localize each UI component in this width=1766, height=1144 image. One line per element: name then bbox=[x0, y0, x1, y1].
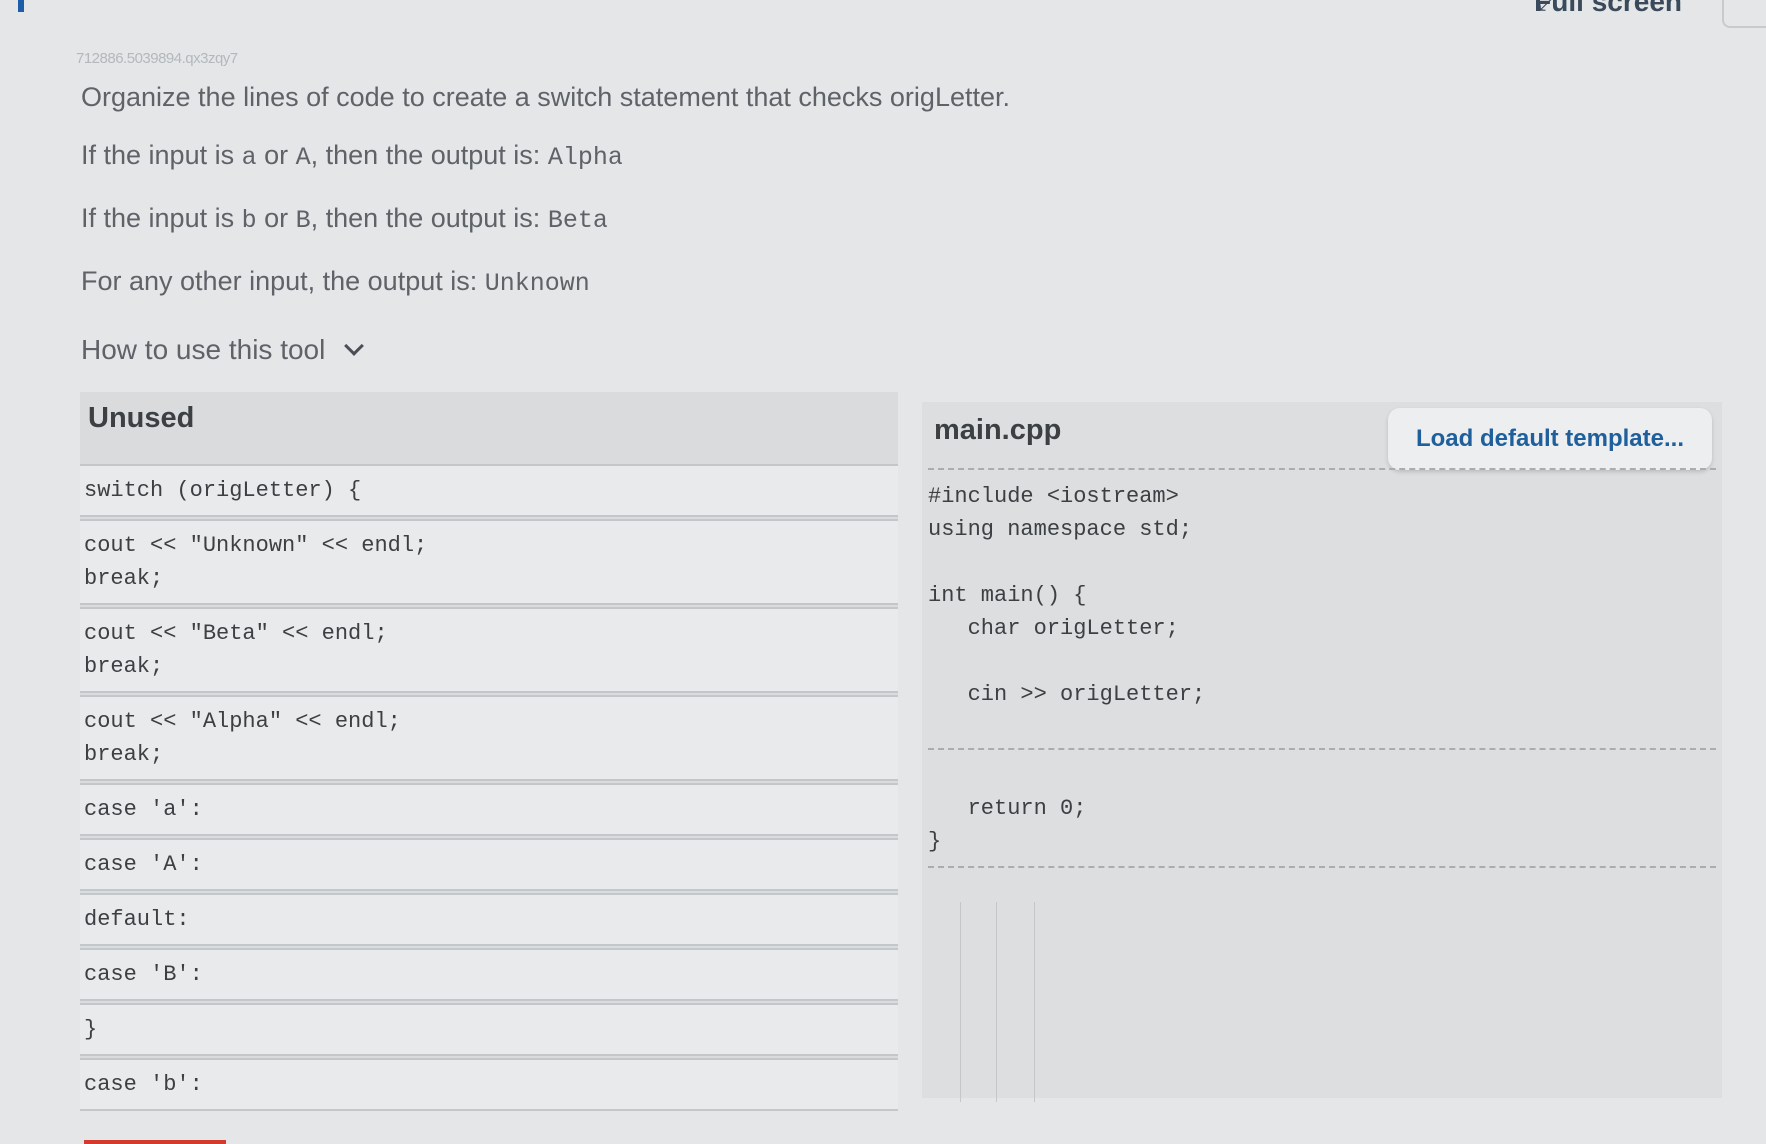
code-line: cout << "Beta" << endl; bbox=[84, 621, 388, 646]
code-line: case 'A': bbox=[84, 852, 203, 877]
code-block[interactable]: } bbox=[80, 1003, 898, 1056]
code-block[interactable]: case 'A': bbox=[80, 838, 898, 891]
code-line: } bbox=[84, 1017, 98, 1042]
prompt-text: If the input is bbox=[81, 140, 242, 170]
prompt-text: or bbox=[256, 203, 296, 233]
code-block[interactable]: switch (origLetter) { bbox=[80, 464, 898, 517]
code-line: int main() { bbox=[928, 583, 1087, 608]
chevron-down-icon bbox=[344, 336, 365, 356]
drop-zone-lower[interactable] bbox=[928, 868, 1716, 1098]
prompt-code: Beta bbox=[547, 206, 608, 235]
code-line: cin >> origLetter; bbox=[928, 682, 1206, 707]
top-accent-bar bbox=[18, 0, 24, 12]
indent-guide bbox=[1034, 902, 1035, 1102]
indent-guide bbox=[960, 902, 961, 1102]
code-block[interactable]: cout << "Unknown" << endl; break; bbox=[80, 519, 898, 605]
how-to-use-toggle[interactable]: How to use this tool bbox=[81, 334, 365, 366]
fullscreen-button[interactable]: Full screen bbox=[1534, 0, 1682, 18]
code-line: switch (origLetter) { bbox=[84, 478, 362, 503]
unused-title: Unused bbox=[88, 402, 195, 434]
prompt-text: , then the output is: bbox=[310, 203, 548, 233]
prompt-text: For any other input, the output is: bbox=[81, 266, 485, 296]
divider bbox=[928, 468, 1716, 470]
code-block[interactable]: cout << "Beta" << endl; break; bbox=[80, 607, 898, 693]
code-line: using namespace std; bbox=[928, 517, 1193, 542]
prompt-code: A bbox=[295, 143, 311, 172]
code-line: cout << "Alpha" << endl; bbox=[84, 709, 401, 734]
indent-guide bbox=[996, 902, 997, 1102]
prompt-line-4: For any other input, the output is: Unkn… bbox=[81, 266, 590, 298]
file-title: main.cpp bbox=[934, 414, 1062, 446]
prompt-line-1: Organize the lines of code to create a s… bbox=[81, 82, 1010, 112]
prompt-code: b bbox=[241, 206, 257, 235]
code-line: char origLetter; bbox=[928, 616, 1179, 641]
code-line: cout << "Unknown" << endl; bbox=[84, 533, 428, 558]
code-line: } bbox=[928, 829, 942, 854]
bottom-accent-bar bbox=[84, 1140, 226, 1144]
unused-panel: Unused switch (origLetter) { cout << "Unk… bbox=[80, 392, 898, 1111]
prompt-text: If the input is bbox=[81, 203, 242, 233]
code-block[interactable]: cout << "Alpha" << endl; break; bbox=[80, 695, 898, 781]
code-line: case 'b': bbox=[84, 1072, 203, 1097]
code-line: return 0; bbox=[928, 796, 1087, 821]
corner-frame bbox=[1722, 0, 1766, 28]
load-default-template-button[interactable]: Load default template... bbox=[1387, 408, 1712, 470]
code-line: break; bbox=[84, 566, 164, 591]
code-block[interactable]: default: bbox=[80, 893, 898, 946]
prompt-line-3: If the input is b or B, then the output … bbox=[81, 203, 608, 235]
prompt-text: or bbox=[256, 140, 296, 170]
prompt-code: a bbox=[241, 143, 257, 172]
prompt-line-2: If the input is a or A, then the output … bbox=[81, 140, 623, 172]
unused-block-list: switch (origLetter) { cout << "Unknown" <… bbox=[80, 464, 898, 1111]
prompt-code: Unknown bbox=[484, 269, 590, 298]
code-line: #include <iostream> bbox=[928, 484, 1179, 509]
code-line: break; bbox=[84, 742, 164, 767]
code-line: case 'a': bbox=[84, 797, 203, 822]
prompt-code: Alpha bbox=[547, 143, 623, 172]
code-block[interactable]: case 'b': bbox=[80, 1058, 898, 1111]
prompt-text: , then the output is: bbox=[310, 140, 548, 170]
code-line: break; bbox=[84, 654, 164, 679]
code-block[interactable]: case 'a': bbox=[80, 783, 898, 836]
code-line: default: bbox=[84, 907, 190, 932]
how-to-label: How to use this tool bbox=[81, 334, 326, 365]
main-cpp-panel: main.cpp Load default template... #inclu… bbox=[922, 402, 1722, 1102]
prompt-code: B bbox=[295, 206, 311, 235]
code-line: case 'B': bbox=[84, 962, 203, 987]
code-block[interactable]: case 'B': bbox=[80, 948, 898, 1001]
activity-id: 712886.5039894.qx3zqy7 bbox=[76, 50, 238, 67]
